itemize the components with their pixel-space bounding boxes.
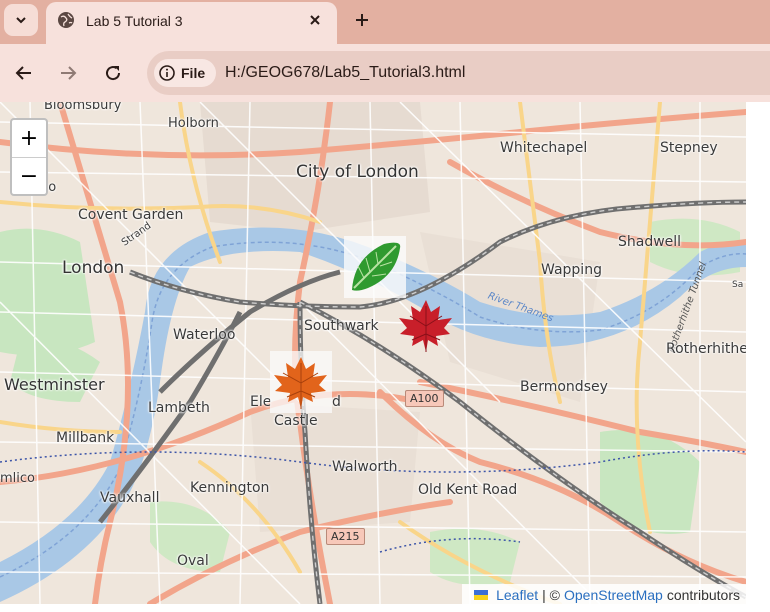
url-text[interactable]: H:/GEOG678/Lab5_Tutorial3.html <box>225 64 465 82</box>
label-millbank: Millbank <box>56 430 115 446</box>
plus-icon <box>356 14 368 26</box>
arrow-right-icon <box>61 66 77 80</box>
reload-button[interactable] <box>99 59 127 87</box>
forward-button[interactable] <box>54 59 82 87</box>
label-lambeth: Lambeth <box>148 400 210 416</box>
label-milico: mlico <box>0 471 35 486</box>
marker-green-leaf[interactable] <box>344 236 406 298</box>
tab-title: Lab 5 Tutorial 3 <box>86 13 183 29</box>
tab-strip: Lab 5 Tutorial 3 <box>0 0 770 44</box>
label-vauxhall: Vauxhall <box>100 490 160 506</box>
leaflet-link[interactable]: Leaflet <box>496 587 538 603</box>
zoom-in-button[interactable]: + <box>12 120 46 157</box>
chip-label: File <box>181 65 206 81</box>
label-walworth: Walworth <box>332 459 398 475</box>
globe-icon <box>58 12 74 28</box>
label-southwark: Southwark <box>304 318 379 334</box>
label-holborn: Holborn <box>168 116 219 131</box>
zoom-out-button[interactable]: − <box>12 157 46 194</box>
label-castle: Castle <box>274 413 318 429</box>
close-tab-button[interactable] <box>304 9 326 31</box>
new-tab-button[interactable] <box>350 8 374 32</box>
red-maple-leaf-icon <box>399 300 452 352</box>
label-waterloo: Waterloo <box>173 327 236 343</box>
openstreetmap-link[interactable]: OpenStreetMap <box>564 587 663 603</box>
page-bottom <box>0 604 770 612</box>
attribution-separator: | © <box>542 587 560 603</box>
arrow-left-icon <box>15 66 31 80</box>
label-wapping: Wapping <box>541 262 602 278</box>
label-elephant-b: d <box>332 394 341 410</box>
chevron-down-icon <box>16 17 26 24</box>
label-elephant-a: Ele <box>250 394 272 410</box>
info-icon <box>159 65 175 81</box>
browser-tab[interactable]: Lab 5 Tutorial 3 <box>46 2 337 44</box>
label-rotherhithe: Rotherhithe <box>666 341 746 357</box>
zoom-control: + − <box>10 118 48 196</box>
address-bar[interactable]: File H:/GEOG678/Lab5_Tutorial3.html <box>147 51 770 95</box>
ukraine-flag-icon <box>474 590 489 600</box>
green-leaf-icon <box>344 236 406 298</box>
label-bermondsey: Bermondsey <box>520 379 608 395</box>
label-bloomsbury: Bloomsbury <box>44 102 122 113</box>
marker-orange-maple-leaf[interactable] <box>270 351 332 413</box>
label-london: London <box>62 258 125 278</box>
label-stepney: Stepney <box>660 140 718 156</box>
leaflet-map[interactable]: Bloomsbury Holborn Whitechapel Stepney C… <box>0 102 746 604</box>
label-covent-garden: Covent Garden <box>78 207 184 223</box>
road-shield-a100: A100 <box>405 390 444 407</box>
map-attribution: Leaflet | © OpenStreetMap contributors <box>462 584 746 604</box>
label-city-of-london: City of London <box>296 162 419 182</box>
orange-maple-leaf-icon <box>270 351 332 413</box>
back-button[interactable] <box>10 59 38 87</box>
toolbar: File H:/GEOG678/Lab5_Tutorial3.html <box>0 44 770 102</box>
label-whitechapel: Whitechapel <box>500 140 588 156</box>
label-shadwell: Shadwell <box>618 234 682 250</box>
label-sa: Sa <box>732 280 744 290</box>
label-old-kent-road: Old Kent Road <box>418 482 518 498</box>
marker-red-maple-leaf[interactable] <box>396 296 458 358</box>
close-icon <box>310 15 320 25</box>
label-kennington: Kennington <box>190 480 270 496</box>
tab-search-button[interactable] <box>4 4 38 36</box>
site-info-chip[interactable]: File <box>154 59 216 87</box>
label-oval: Oval <box>177 553 209 569</box>
reload-icon <box>106 66 121 81</box>
road-shield-a215: A215 <box>326 528 365 545</box>
attribution-suffix: contributors <box>666 587 740 603</box>
label-westminster: Westminster <box>4 375 105 394</box>
